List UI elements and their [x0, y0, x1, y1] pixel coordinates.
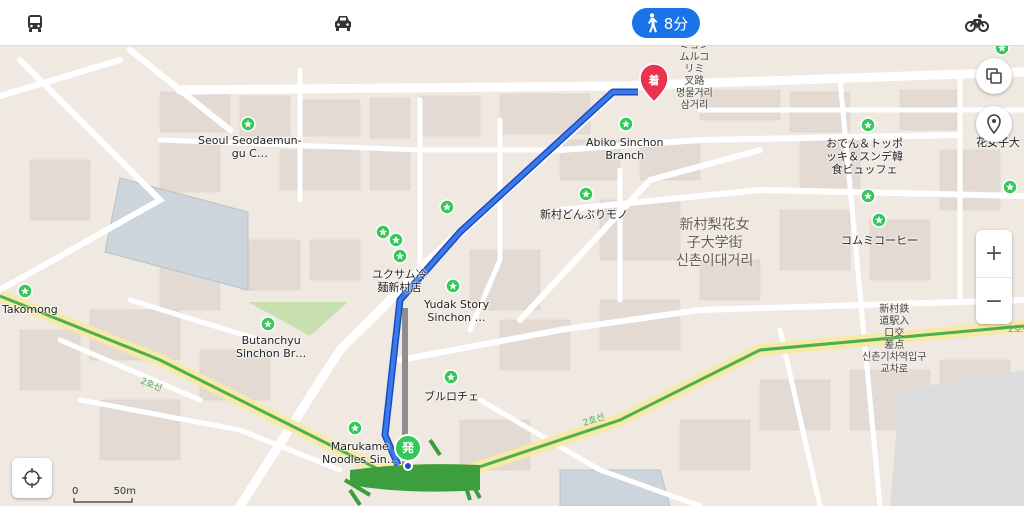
crosshair-icon	[22, 468, 42, 488]
car-mode-button[interactable]	[330, 8, 356, 38]
zoom-out-button[interactable]: −	[976, 277, 1012, 325]
poi-label[interactable]: 新村どんぶりモノ	[540, 208, 628, 221]
zoom-in-button[interactable]: +	[976, 230, 1012, 277]
poi-label[interactable]: Yudak Story Sinchon …	[424, 298, 489, 324]
district-label: 新村梨花女 子大学街 신촌이대거리	[676, 217, 754, 269]
destination-marker-label: 着	[648, 74, 660, 87]
poi-label[interactable]: Marukame Noodles Sin…	[322, 440, 398, 466]
scale-distance: 50m	[113, 486, 137, 497]
saved-places-button[interactable]	[976, 106, 1012, 142]
transport-mode-bar: 8分	[0, 0, 1024, 46]
walk-icon	[647, 13, 658, 33]
poi-label[interactable]: Seoul Seodaemun- gu C…	[198, 134, 302, 160]
poi-label[interactable]: おでん＆トッポ ッキ＆スンデ韓 食ビュッフェ	[826, 137, 903, 176]
zoom-controls: + −	[976, 230, 1012, 324]
poi-label[interactable]: ユクサム冷 麺新村店	[372, 268, 427, 294]
car-icon	[335, 16, 351, 31]
layers-icon	[986, 68, 1002, 84]
bus-icon	[28, 15, 42, 32]
bicycle-icon	[965, 14, 989, 32]
start-marker-label: 発	[401, 441, 414, 455]
scale-zero: 0	[72, 486, 79, 497]
poi-label[interactable]: Takomong	[2, 303, 58, 316]
bike-mode-button[interactable]	[964, 8, 990, 38]
transit-mode-button[interactable]	[22, 8, 48, 38]
poi-label[interactable]: Butanchyu Sinchon Br…	[236, 334, 306, 360]
walk-duration: 8分	[663, 14, 689, 33]
location-pin-icon	[987, 114, 1001, 134]
intersection-label: 新村鉄 道駅入 口交 差点 신촌기차역입구 교차로	[862, 304, 927, 375]
map-streets: 2호선 2호선 2호선	[0, 46, 1024, 506]
map-scale: 0 50m	[72, 486, 136, 497]
my-location-button[interactable]	[12, 458, 52, 498]
poi-label[interactable]: ブルロチェ	[424, 390, 479, 403]
poi-label[interactable]: Abiko Sinchon Branch	[586, 136, 664, 162]
map-canvas[interactable]: 2호선 2호선 2호선 発 着 Seoul Seodaemun- gu	[0, 46, 1024, 506]
line-label-right: 2호선	[1008, 324, 1024, 335]
poi-label[interactable]: コムミコーヒー	[841, 234, 918, 247]
layers-button[interactable]	[976, 58, 1012, 94]
walk-mode-button[interactable]: 8分	[632, 8, 700, 38]
street-label: ミョン ムルコ リミ 叉路 명물거리 삼거리	[676, 46, 713, 111]
